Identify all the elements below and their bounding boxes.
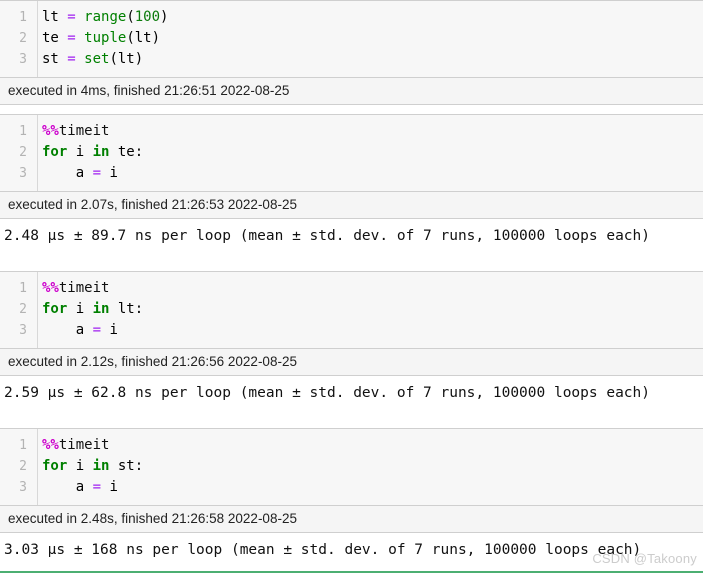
code-token: %% <box>42 280 59 296</box>
cell-spacer <box>0 412 703 428</box>
code-token: tuple <box>84 30 127 46</box>
code-line: 2 for i in st: <box>0 456 703 477</box>
code-token: lt: <box>109 301 144 317</box>
code-token: = <box>67 30 85 46</box>
code-line: 1 %%timeit <box>0 435 703 456</box>
code-token: = <box>67 9 85 25</box>
code-token: timeit <box>58 280 110 296</box>
code-token: i <box>67 458 93 474</box>
line-number: 1 <box>19 124 27 139</box>
line-number: 2 <box>19 459 27 474</box>
code-token: %% <box>42 437 59 453</box>
code-token: te <box>42 30 68 46</box>
line-number: 2 <box>19 302 27 317</box>
code-token: i <box>109 322 118 338</box>
cell-output-text: 2.48 µs ± 89.7 ns per loop (mean ± std. … <box>0 219 703 255</box>
code-line-text: a = i <box>32 320 703 341</box>
code-token: st: <box>109 458 144 474</box>
execution-status-bar: executed in 2.12s, finished 21:26:56 202… <box>0 349 703 376</box>
code-token: = <box>67 51 85 67</box>
code-line: 3 st = set(lt) <box>0 49 703 70</box>
code-editor-area[interactable]: 1 %%timeit 2 for i in te: 3 a = i <box>0 114 703 192</box>
line-number: 2 <box>19 31 27 46</box>
code-token: for <box>42 301 68 317</box>
code-line-text: for i in st: <box>32 456 703 477</box>
execution-status-bar: executed in 4ms, finished 21:26:51 2022-… <box>0 78 703 105</box>
notebook-cells: 1 lt = range(100) 2 te = tuple(lt) 3st = set… <box>0 0 703 569</box>
code-token: st <box>42 51 68 67</box>
code-line: 1 %%timeit <box>0 121 703 142</box>
line-number: 1 <box>19 281 27 296</box>
code-token: (lt) <box>126 30 161 46</box>
code-line: 3 a = i <box>0 320 703 341</box>
code-line: 2 for i in lt: <box>0 299 703 320</box>
execution-status-bar: executed in 2.48s, finished 21:26:58 202… <box>0 506 703 533</box>
code-editor-area[interactable]: 1 lt = range(100) 2 te = tuple(lt) 3st = set… <box>0 0 703 78</box>
code-token: i <box>109 165 118 181</box>
code-token: = <box>92 479 110 495</box>
code-token: in <box>92 144 110 160</box>
notebook-cell[interactable]: 1 %%timeit 2 for i in te: 3 a = i executed in… <box>0 114 703 255</box>
code-line-text: %%timeit <box>32 278 703 299</box>
code-token: = <box>92 165 110 181</box>
code-token: ( <box>126 9 135 25</box>
code-line-text: a = i <box>32 163 703 184</box>
code-line: 1 %%timeit <box>0 278 703 299</box>
notebook-container: 1 lt = range(100) 2 te = tuple(lt) 3st = set… <box>0 0 703 573</box>
code-token: i <box>109 479 118 495</box>
code-line-text: for i in lt: <box>32 299 703 320</box>
code-token: set <box>84 51 110 67</box>
line-number: 3 <box>19 166 27 181</box>
code-line: 3 a = i <box>0 477 703 498</box>
cell-spacer <box>0 105 703 114</box>
line-number: 1 <box>19 10 27 25</box>
code-token: i <box>67 144 93 160</box>
line-number: 1 <box>19 438 27 453</box>
code-token: te: <box>109 144 144 160</box>
code-token: a <box>42 165 93 181</box>
line-number: 3 <box>19 323 27 338</box>
code-token: a <box>42 322 93 338</box>
notebook-cell[interactable]: 1 lt = range(100) 2 te = tuple(lt) 3st = set… <box>0 0 703 105</box>
code-editor-area[interactable]: 1 %%timeit 2 for i in lt: 3 a = i <box>0 271 703 349</box>
line-number: 2 <box>19 145 27 160</box>
code-line-text: %%timeit <box>32 121 703 142</box>
code-token: %% <box>42 123 59 139</box>
code-line-text: for i in te: <box>32 142 703 163</box>
code-line-text: st = set(lt) <box>32 49 703 70</box>
code-editor-area[interactable]: 1 %%timeit 2 for i in st: 3 a = i <box>0 428 703 506</box>
cell-spacer <box>0 255 703 271</box>
code-token: range <box>84 9 127 25</box>
code-line-text: %%timeit <box>32 435 703 456</box>
code-token: a <box>42 479 93 495</box>
code-token: (lt) <box>109 51 144 67</box>
code-token: for <box>42 458 68 474</box>
bottom-rule-divider <box>0 571 703 573</box>
code-token: for <box>42 144 68 160</box>
code-line: 1 lt = range(100) <box>0 7 703 28</box>
code-line-text: a = i <box>32 477 703 498</box>
code-token: lt <box>42 9 68 25</box>
notebook-cell[interactable]: 1 %%timeit 2 for i in st: 3 a = i executed in… <box>0 428 703 569</box>
code-token: in <box>92 301 110 317</box>
code-line: 3 a = i <box>0 163 703 184</box>
code-token: ) <box>160 9 169 25</box>
code-token: timeit <box>58 123 110 139</box>
code-token: i <box>67 301 93 317</box>
csdn-watermark: CSDN @Takoony <box>592 551 697 566</box>
line-number: 3 <box>19 52 27 67</box>
code-line-text: te = tuple(lt) <box>32 28 703 49</box>
execution-status-bar: executed in 2.07s, finished 21:26:53 202… <box>0 192 703 219</box>
code-token: timeit <box>58 437 110 453</box>
cell-output-text: 2.59 µs ± 62.8 ns per loop (mean ± std. … <box>0 376 703 412</box>
notebook-cell[interactable]: 1 %%timeit 2 for i in lt: 3 a = i executed in… <box>0 271 703 412</box>
code-token: 100 <box>134 9 161 25</box>
code-line: 2 te = tuple(lt) <box>0 28 703 49</box>
code-token: = <box>92 322 110 338</box>
code-token: in <box>92 458 110 474</box>
code-line-text: lt = range(100) <box>32 7 703 28</box>
line-number: 3 <box>19 480 27 495</box>
code-line: 2 for i in te: <box>0 142 703 163</box>
